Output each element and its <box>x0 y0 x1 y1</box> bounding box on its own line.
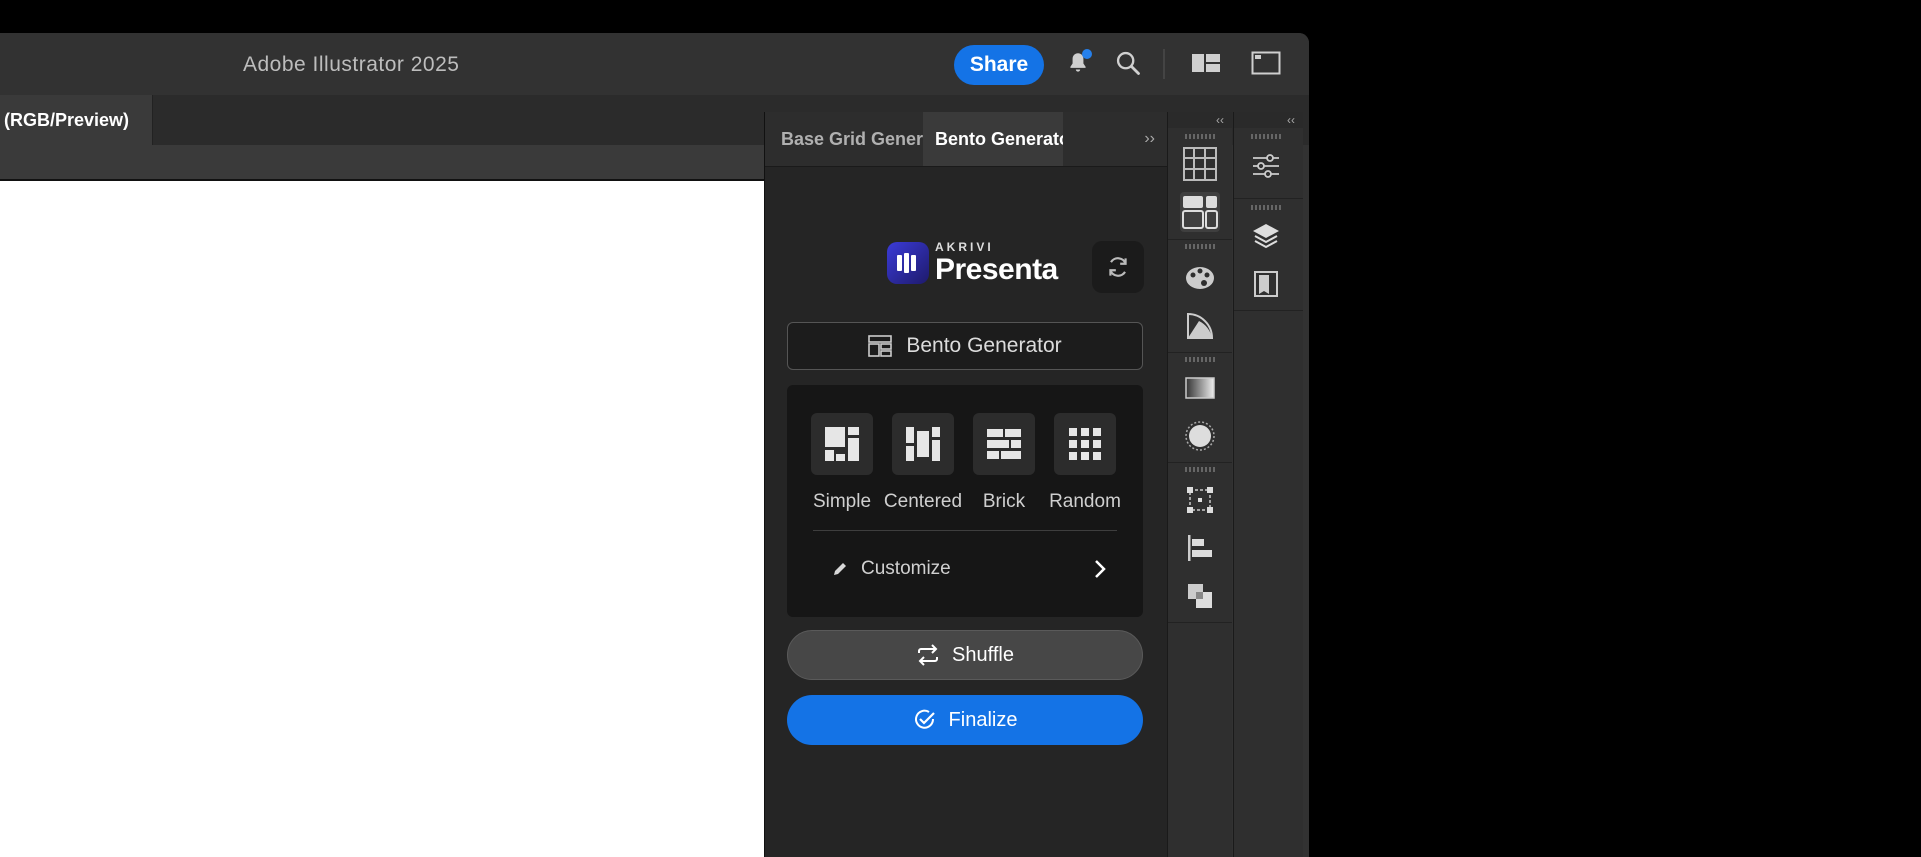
color-guide-icon[interactable] <box>1180 306 1220 346</box>
customize-label: Customize <box>861 558 951 579</box>
workspace-icon[interactable] <box>1190 47 1222 79</box>
appearance-icon[interactable] <box>1180 416 1220 456</box>
shuffle-icon <box>918 644 939 666</box>
chevron-right-icon <box>1095 560 1106 578</box>
simple-layout-icon <box>825 427 859 461</box>
layout-centered[interactable]: Centered <box>882 413 964 513</box>
tab-base-grid-generator[interactable]: Base Grid Generator <box>781 112 929 166</box>
brick-layout-icon <box>987 429 1021 459</box>
layout-simple-label: Simple <box>812 491 872 512</box>
properties-icon[interactable] <box>1246 146 1286 186</box>
shuffle-label: Shuffle <box>952 643 1014 666</box>
layout-options: Simple Centered Brick Random Customize <box>787 385 1143 617</box>
bento-generator-button[interactable]: Bento Generator <box>787 322 1143 370</box>
transform-icon[interactable] <box>1180 480 1220 520</box>
tool-dock-2: ‹‹ <box>1233 112 1303 857</box>
layout-simple[interactable]: Simple <box>801 413 883 513</box>
layout-centered-label: Centered <box>883 491 963 512</box>
bento-generator-label: Bento Generator <box>906 334 1062 357</box>
dock-grip[interactable] <box>1251 205 1281 210</box>
search-icon[interactable] <box>1112 47 1144 79</box>
layout-random[interactable]: Random <box>1044 413 1126 513</box>
layout-divider <box>813 530 1117 531</box>
bento-icon <box>868 335 893 357</box>
panel-collapse-icon[interactable]: ›› <box>1144 130 1155 148</box>
refresh-icon <box>1109 257 1127 277</box>
centered-layout-icon <box>906 427 940 461</box>
color-palette-icon[interactable] <box>1180 258 1220 298</box>
layout-brick-label: Brick <box>982 491 1026 512</box>
check-circle-icon <box>914 709 935 729</box>
title-bar: Adobe Illustrator 2025 Share <box>0 33 1309 95</box>
refresh-button[interactable] <box>1092 241 1144 293</box>
logo-big-text: Presenta <box>935 253 1058 286</box>
app-title: Adobe Illustrator 2025 <box>243 53 460 76</box>
document-tab[interactable]: (RGB/Preview) <box>0 95 153 145</box>
pathfinder-icon[interactable] <box>1180 576 1220 616</box>
app-window: Adobe Illustrator 2025 Share (RGB/Previe… <box>0 33 1309 857</box>
dock-separator <box>1168 622 1232 623</box>
plugin-panel: Base Grid Generator Bento Generator ›› A… <box>764 112 1167 857</box>
title-separator <box>1163 49 1165 79</box>
dock-grip[interactable] <box>1185 244 1215 249</box>
dock-separator <box>1234 198 1303 199</box>
dock-grip[interactable] <box>1251 134 1281 139</box>
logo-small-text: AKRIVI <box>935 240 994 254</box>
layout-random-label: Random <box>1049 491 1121 512</box>
customize-row[interactable]: Customize <box>831 551 1107 587</box>
share-button[interactable]: Share <box>954 45 1044 85</box>
finalize-label: Finalize <box>948 708 1018 731</box>
shuffle-button[interactable]: Shuffle <box>787 630 1143 680</box>
dock-grip[interactable] <box>1185 134 1215 139</box>
presenta-logo: AKRIVI Presenta <box>887 239 1058 287</box>
dock-separator <box>1168 352 1232 353</box>
panel-toggle-icon[interactable] <box>1250 47 1282 79</box>
gradient-icon[interactable] <box>1180 368 1220 408</box>
align-icon[interactable] <box>1180 528 1220 568</box>
dock-collapse-icon[interactable]: ‹‹ <box>1234 112 1303 128</box>
bento-layout-icon[interactable] <box>1180 192 1220 232</box>
libraries-icon[interactable] <box>1246 264 1286 304</box>
artboard-canvas[interactable] <box>0 181 764 857</box>
dock-separator <box>1168 462 1232 463</box>
panel-tabs: Base Grid Generator Bento Generator ›› <box>765 112 1167 167</box>
notification-dot <box>1082 49 1092 59</box>
dock-collapse-icon[interactable]: ‹‹ <box>1168 112 1232 128</box>
grid-table-icon[interactable] <box>1180 144 1220 184</box>
random-layout-icon <box>1069 428 1101 460</box>
layers-icon[interactable] <box>1246 216 1286 256</box>
finalize-button[interactable]: Finalize <box>787 695 1143 745</box>
presenta-logo-mark <box>887 242 929 284</box>
dock-grip[interactable] <box>1185 467 1215 472</box>
dock-separator <box>1168 239 1232 240</box>
dock-grip[interactable] <box>1185 357 1215 362</box>
ruler <box>0 145 764 181</box>
pencil-icon <box>834 563 846 575</box>
tab-bento-generator[interactable]: Bento Generator <box>923 112 1063 166</box>
dock-separator <box>1234 310 1303 311</box>
layout-brick[interactable]: Brick <box>963 413 1045 513</box>
tool-dock-1: ‹‹ <box>1167 112 1232 857</box>
